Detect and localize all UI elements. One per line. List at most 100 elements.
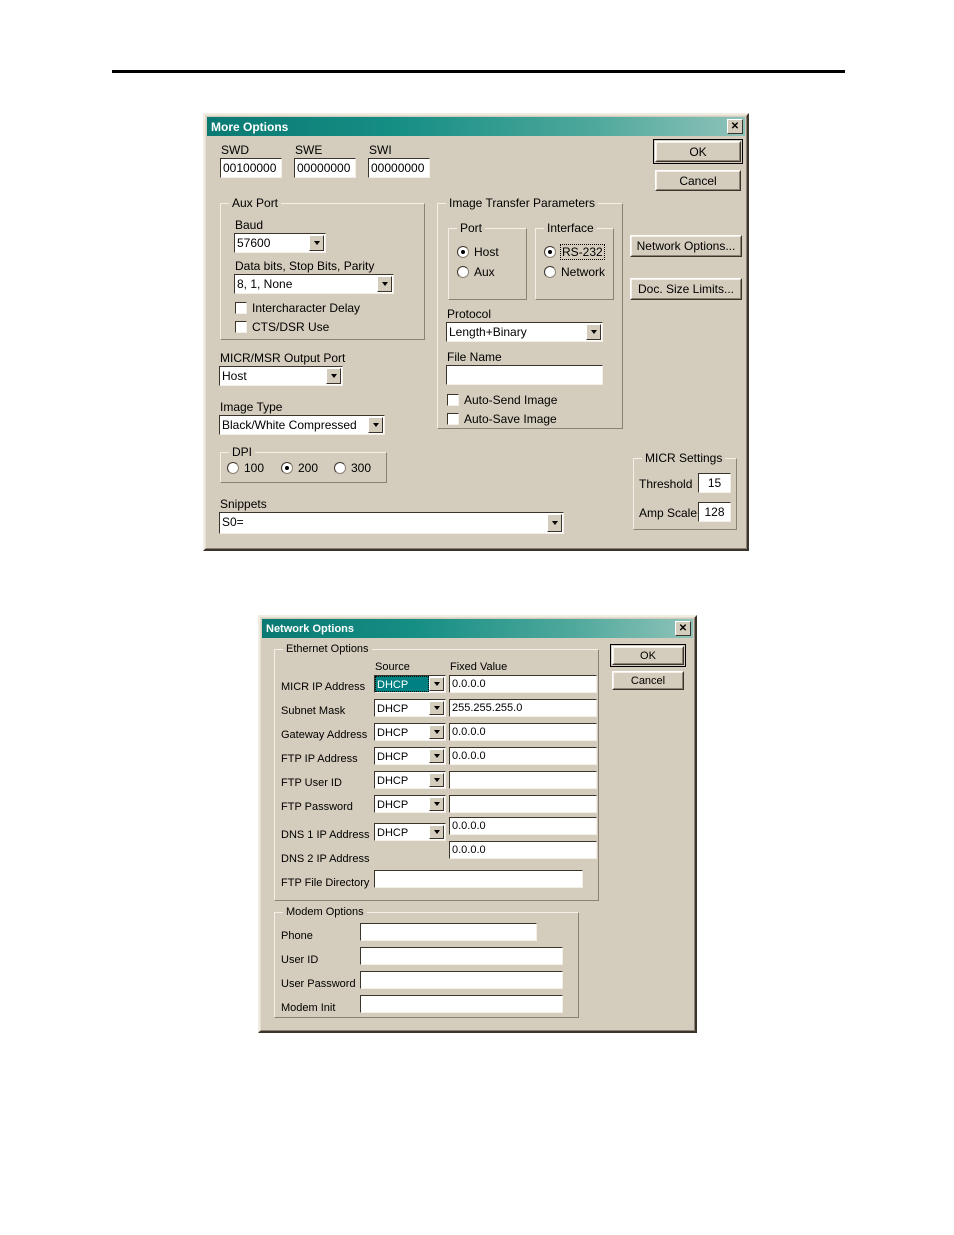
- ftp-password-source-combo[interactable]: DHCP: [374, 795, 446, 813]
- cts-dsr-use-label: CTS/DSR Use: [252, 320, 330, 334]
- chevron-down-icon[interactable]: [547, 514, 562, 532]
- cancel-button[interactable]: Cancel: [655, 170, 741, 191]
- threshold-field[interactable]: 15: [698, 473, 731, 493]
- chevron-down-icon[interactable]: [429, 773, 444, 787]
- doc-size-limits-button-label: Doc. Size Limits...: [637, 282, 735, 296]
- chevron-down-icon[interactable]: [429, 749, 444, 763]
- modem-phone-field[interactable]: [360, 923, 537, 941]
- network-options-button[interactable]: Network Options...: [630, 235, 742, 257]
- modem-user-password-field[interactable]: [360, 971, 563, 989]
- chevron-down-icon[interactable]: [429, 825, 444, 839]
- interface-radio-rs232[interactable]: RS-232: [544, 244, 605, 260]
- radio-dot: [544, 266, 556, 278]
- baud-combo[interactable]: 57600: [234, 233, 326, 253]
- aux-port-group-title: Aux Port: [229, 196, 282, 210]
- close-icon[interactable]: ✕: [675, 621, 691, 636]
- dpi-radio-100[interactable]: 100: [227, 461, 264, 475]
- chevron-down-icon[interactable]: [429, 677, 444, 691]
- checkbox-box: [235, 321, 247, 333]
- intercharacter-delay-checkbox[interactable]: Intercharacter Delay: [235, 301, 360, 315]
- threshold-label: Threshold: [639, 477, 693, 491]
- ftp-user-id-source-combo[interactable]: DHCP: [374, 771, 446, 789]
- file-name-field[interactable]: [446, 365, 603, 385]
- swd-field[interactable]: 00100000: [220, 158, 282, 178]
- auto-save-image-label: Auto-Save Image: [464, 412, 557, 426]
- port-radio-host[interactable]: Host: [457, 245, 499, 259]
- source-column-header: Source: [375, 661, 410, 673]
- checkbox-box: [447, 413, 459, 425]
- interface-radio-network[interactable]: Network: [544, 265, 605, 279]
- image-type-combo[interactable]: Black/White Compressed: [219, 415, 385, 435]
- data-bits-value: 8, 1, None: [237, 277, 293, 291]
- micr-msr-output-port-value: Host: [222, 369, 247, 383]
- dpi-radio-100-label: 100: [244, 461, 265, 475]
- chevron-down-icon[interactable]: [377, 276, 392, 292]
- network-ok-button[interactable]: OK: [610, 644, 686, 667]
- subnet-mask-value-field[interactable]: 255.255.255.0: [449, 699, 597, 717]
- modem-user-id-label: User ID: [281, 954, 319, 966]
- amp-scale-label: Amp Scale: [639, 506, 698, 520]
- dns-ip-address-source-value: DHCP: [377, 827, 409, 839]
- chevron-down-icon[interactable]: [326, 368, 341, 384]
- micr-msr-output-port-combo[interactable]: Host: [219, 366, 343, 386]
- chevron-down-icon[interactable]: [309, 235, 324, 251]
- port-group-title: Port: [457, 221, 486, 235]
- doc-size-limits-button[interactable]: Doc. Size Limits...: [630, 278, 742, 300]
- auto-send-image-checkbox[interactable]: Auto-Send Image: [447, 393, 557, 407]
- micr-ip-address-source-combo[interactable]: DHCP: [374, 675, 446, 693]
- ftp-file-directory-value-field[interactable]: [374, 870, 583, 888]
- ftp-password-value-field[interactable]: [449, 795, 597, 813]
- gateway-address-value-field[interactable]: 0.0.0.0: [449, 723, 597, 741]
- port-radio-host-label: Host: [474, 245, 499, 259]
- interface-group-title: Interface: [544, 221, 597, 235]
- dns-1-ip-address-value-field[interactable]: 0.0.0.0: [449, 817, 597, 835]
- network-options-button-label: Network Options...: [636, 239, 736, 253]
- port-radio-aux[interactable]: Aux: [457, 265, 495, 279]
- micr-settings-group-title: MICR Settings: [642, 451, 726, 465]
- ftp-password-label: FTP Password: [281, 801, 353, 813]
- port-group: Port: [448, 221, 527, 300]
- subnet-mask-source-combo[interactable]: DHCP: [374, 699, 446, 717]
- more-options-titlebar[interactable]: More Options ✕: [207, 117, 745, 136]
- network-cancel-button[interactable]: Cancel: [612, 671, 684, 690]
- cancel-button-label: Cancel: [679, 173, 717, 188]
- dns-ip-address-source-combo[interactable]: DHCP: [374, 823, 446, 841]
- network-options-title: Network Options: [266, 622, 355, 635]
- modem-init-label: Modem Init: [281, 1002, 336, 1014]
- radio-dot: [457, 266, 469, 278]
- chevron-down-icon[interactable]: [368, 417, 383, 433]
- modem-user-id-field[interactable]: [360, 947, 563, 965]
- radio-dot: [281, 462, 293, 474]
- chevron-down-icon[interactable]: [429, 797, 444, 811]
- swi-field[interactable]: 00000000: [368, 158, 430, 178]
- chevron-down-icon[interactable]: [586, 324, 601, 340]
- gateway-address-source-combo[interactable]: DHCP: [374, 723, 446, 741]
- subnet-mask-source-value: DHCP: [377, 703, 409, 715]
- auto-save-image-checkbox[interactable]: Auto-Save Image: [447, 412, 557, 426]
- micr-ip-address-source-value: DHCP: [375, 676, 429, 692]
- network-options-dialog: Network Options ✕ OK Cancel Ethernet Opt…: [258, 615, 697, 1033]
- data-bits-combo[interactable]: 8, 1, None: [234, 274, 394, 294]
- ftp-user-id-value-field[interactable]: [449, 771, 597, 789]
- ok-button[interactable]: OK: [653, 139, 743, 164]
- snippets-combo[interactable]: S0=: [219, 512, 564, 534]
- amp-scale-field[interactable]: 128: [698, 502, 731, 522]
- micr-ip-address-value-field[interactable]: 0.0.0.0: [449, 675, 597, 693]
- swe-field[interactable]: 00000000: [294, 158, 356, 178]
- page-header-rule: [112, 70, 845, 73]
- radio-dot: [544, 246, 556, 258]
- snippets-value: S0=: [222, 515, 244, 529]
- interface-radio-network-label: Network: [561, 265, 606, 279]
- network-options-titlebar[interactable]: Network Options ✕: [262, 619, 693, 638]
- chevron-down-icon[interactable]: [429, 701, 444, 715]
- dpi-radio-300[interactable]: 300: [334, 461, 371, 475]
- modem-init-field[interactable]: [360, 995, 563, 1013]
- dns-2-ip-address-value-field[interactable]: 0.0.0.0: [449, 841, 597, 859]
- close-icon[interactable]: ✕: [727, 119, 743, 134]
- dpi-radio-200[interactable]: 200: [281, 461, 318, 475]
- ftp-ip-address-source-combo[interactable]: DHCP: [374, 747, 446, 765]
- protocol-combo[interactable]: Length+Binary: [446, 322, 603, 342]
- ftp-ip-address-value-field[interactable]: 0.0.0.0: [449, 747, 597, 765]
- chevron-down-icon[interactable]: [429, 725, 444, 739]
- cts-dsr-use-checkbox[interactable]: CTS/DSR Use: [235, 320, 329, 334]
